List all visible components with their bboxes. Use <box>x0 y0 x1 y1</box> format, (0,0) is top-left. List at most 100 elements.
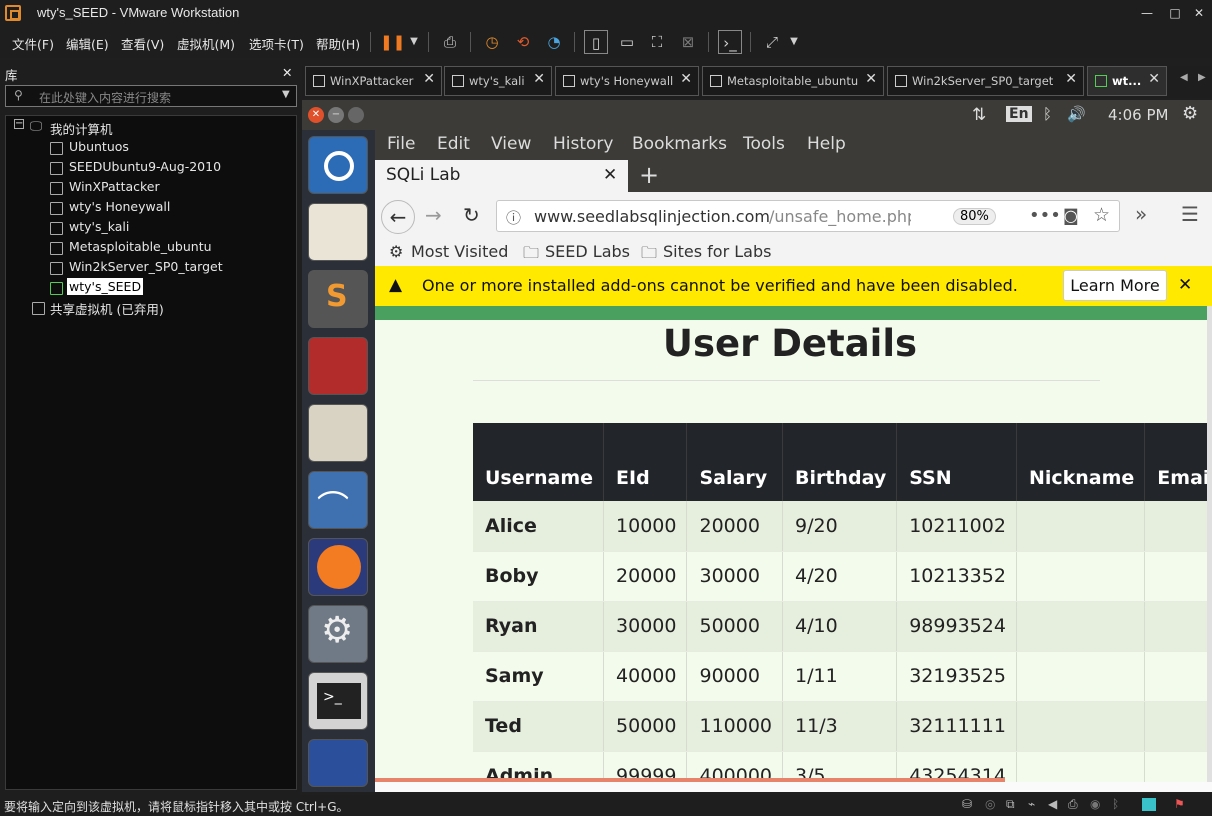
hard-disk-icon[interactable]: ⛁ <box>962 797 972 811</box>
vm-tab-active[interactable]: wt... ✕ <box>1087 66 1167 96</box>
tree-vm-item[interactable]: WinXPattacker <box>69 179 160 194</box>
sublime-text-icon[interactable]: S <box>308 270 368 328</box>
tree-vm-item-selected[interactable]: wty's_SEED <box>67 278 144 295</box>
bookmark-sites-for-labs[interactable]: Sites for Labs <box>663 242 771 261</box>
pocket-icon[interactable]: ◙ <box>1063 206 1079 225</box>
tree-shared-label[interactable]: 共享虚拟机 (已弃用) <box>50 299 164 318</box>
tree-vm-item[interactable]: Ubuntuos <box>69 139 129 154</box>
star-icon[interactable]: ☆ <box>1093 204 1110 226</box>
firefox-icon[interactable] <box>308 538 368 596</box>
forward-icon[interactable]: → <box>425 203 442 227</box>
minimize-button[interactable]: — <box>1132 3 1162 23</box>
clock[interactable]: 4:06 PM <box>1108 106 1168 124</box>
thumbnail-bar-icon[interactable]: ▭ <box>615 30 639 54</box>
guest-screen[interactable]: ✕ − ⇅ En ᛒ 🔊 4:06 PM ⚙ S ⌒ ⚙ >_ File Edi… <box>302 100 1212 792</box>
close-icon[interactable]: ✕ <box>1178 275 1192 295</box>
pause-icon[interactable]: ❚❚ <box>380 30 405 54</box>
message-icon[interactable] <box>1142 798 1156 811</box>
tree-vm-item[interactable]: Win2kServer_SP0_target <box>69 259 223 274</box>
vm-tab[interactable]: WinXPattacker ✕ <box>305 66 442 96</box>
menu-help[interactable]: 帮助(H) <box>316 34 360 53</box>
camera-icon[interactable]: ◉ <box>1090 797 1100 811</box>
network-icon[interactable]: ⧉ <box>1006 797 1015 812</box>
tab-scroll-right-icon[interactable]: ▶ <box>1198 72 1206 83</box>
vm-tab[interactable]: wty's Honeywall ✕ <box>555 66 699 96</box>
overflow-icon[interactable]: » <box>1135 202 1147 226</box>
learn-more-button[interactable]: Learn More <box>1063 270 1167 301</box>
usb-icon[interactable]: ⌁ <box>1028 797 1035 811</box>
settings-icon[interactable]: ⚙ <box>308 605 368 663</box>
volume-icon[interactable]: 🔊 <box>1067 105 1086 123</box>
tree-vm-item[interactable]: Metasploitable_ubuntu <box>69 239 212 254</box>
unity-icon[interactable]: ⊠ <box>676 30 700 54</box>
ubuntu-dash-icon[interactable] <box>308 136 368 194</box>
close-icon[interactable]: ✕ <box>680 71 692 87</box>
more-icon[interactable]: ••• <box>1029 205 1061 226</box>
menu-bookmarks[interactable]: Bookmarks <box>632 134 727 154</box>
info-icon[interactable]: ⓘ <box>506 207 521 228</box>
close-icon[interactable]: ✕ <box>308 107 324 123</box>
fullscreen-icon[interactable]: ⛶ <box>645 30 669 54</box>
file-manager-icon[interactable] <box>308 404 368 462</box>
keyboard-layout-indicator[interactable]: En <box>1006 106 1032 122</box>
tree-vm-item[interactable]: wty's Honeywall <box>69 199 170 214</box>
hamburger-menu-icon[interactable]: ☰ <box>1181 202 1199 226</box>
vm-tab[interactable]: Win2kServer_SP0_target ✕ <box>887 66 1084 96</box>
tree-vm-item[interactable]: SEEDUbuntu9-Aug-2010 <box>69 159 221 174</box>
close-icon[interactable]: ✕ <box>533 71 545 87</box>
horizontal-scrollbar[interactable] <box>375 778 1005 782</box>
menu-edit[interactable]: 编辑(E) <box>66 34 109 53</box>
devices-icon[interactable]: ⚑ <box>1174 797 1185 811</box>
menu-view[interactable]: 查看(V) <box>121 34 164 53</box>
collapse-icon[interactable]: − <box>14 119 24 129</box>
close-icon[interactable]: ✕ <box>1148 71 1160 87</box>
terminal-icon[interactable]: >_ <box>308 672 368 730</box>
menu-history[interactable]: History <box>553 134 613 154</box>
menu-file[interactable]: 文件(F) <box>12 34 54 53</box>
close-button[interactable]: ✕ <box>1184 3 1212 23</box>
snapshot-manager-icon[interactable]: ◔ <box>542 30 566 54</box>
bookmark-most-visited[interactable]: Most Visited <box>411 242 508 261</box>
stretch-icon[interactable]: ⤢ <box>760 30 784 54</box>
send-keys-icon[interactable]: ⎙ <box>438 30 462 54</box>
bookmark-seed-labs[interactable]: SEED Labs <box>545 242 630 261</box>
vm-tab[interactable]: wty's_kali ✕ <box>444 66 552 96</box>
wireshark-icon[interactable]: ⌒ <box>308 471 368 529</box>
menu-tools[interactable]: Tools <box>743 134 785 154</box>
text-editor-icon[interactable] <box>308 203 368 261</box>
menu-file[interactable]: File <box>387 134 415 154</box>
close-icon[interactable]: ✕ <box>1065 71 1077 87</box>
tab-scroll-left-icon[interactable]: ◀ <box>1180 72 1188 83</box>
menu-view[interactable]: View <box>491 134 531 154</box>
back-icon[interactable]: ← <box>381 200 415 234</box>
menu-tabs[interactable]: 选项卡(T) <box>249 34 304 53</box>
tree-root-label[interactable]: 我的计算机 <box>50 119 113 138</box>
chevron-down-icon[interactable]: ▼ <box>282 89 290 100</box>
trash-icon[interactable] <box>308 739 368 787</box>
vm-tab[interactable]: Metasploitable_ubuntu ✕ <box>702 66 884 96</box>
gear-icon[interactable]: ⚙ <box>1182 103 1198 124</box>
printer-icon[interactable]: ⎙ <box>1068 797 1078 812</box>
url-bar[interactable]: ⓘ www.seedlabsqlinjection.com /unsafe_ho… <box>496 200 1120 232</box>
chevron-down-icon[interactable]: ▼ <box>782 30 806 54</box>
chevron-down-icon[interactable]: ▼ <box>402 30 426 54</box>
sidebar-toggle-icon[interactable]: ▯ <box>584 30 608 54</box>
zoom-level[interactable]: 80% <box>953 208 996 225</box>
bluetooth-icon[interactable]: ᛒ <box>1043 105 1052 123</box>
browser-tab[interactable]: SQLi Lab ✕ <box>375 160 628 192</box>
maximize-icon[interactable] <box>348 107 364 123</box>
terminator-icon[interactable] <box>308 337 368 395</box>
sound-icon[interactable]: ◀ <box>1048 797 1057 811</box>
snapshot-icon[interactable]: ◷ <box>480 30 504 54</box>
new-tab-icon[interactable]: + <box>639 161 659 189</box>
close-icon[interactable]: ✕ <box>423 71 435 87</box>
revert-snapshot-icon[interactable]: ⟲ <box>511 30 535 54</box>
network-arrows-icon[interactable]: ⇅ <box>972 105 986 125</box>
tree-vm-item[interactable]: wty's_kali <box>69 219 129 234</box>
console-icon[interactable]: ›_ <box>718 30 742 54</box>
vertical-scrollbar[interactable] <box>1207 306 1212 782</box>
minimize-icon[interactable]: − <box>328 107 344 123</box>
close-icon[interactable]: ✕ <box>603 165 617 185</box>
library-search-input[interactable]: ⚲ 在此处键入内容进行搜索 ▼ <box>5 85 297 107</box>
cd-icon[interactable]: ◎ <box>985 797 995 811</box>
